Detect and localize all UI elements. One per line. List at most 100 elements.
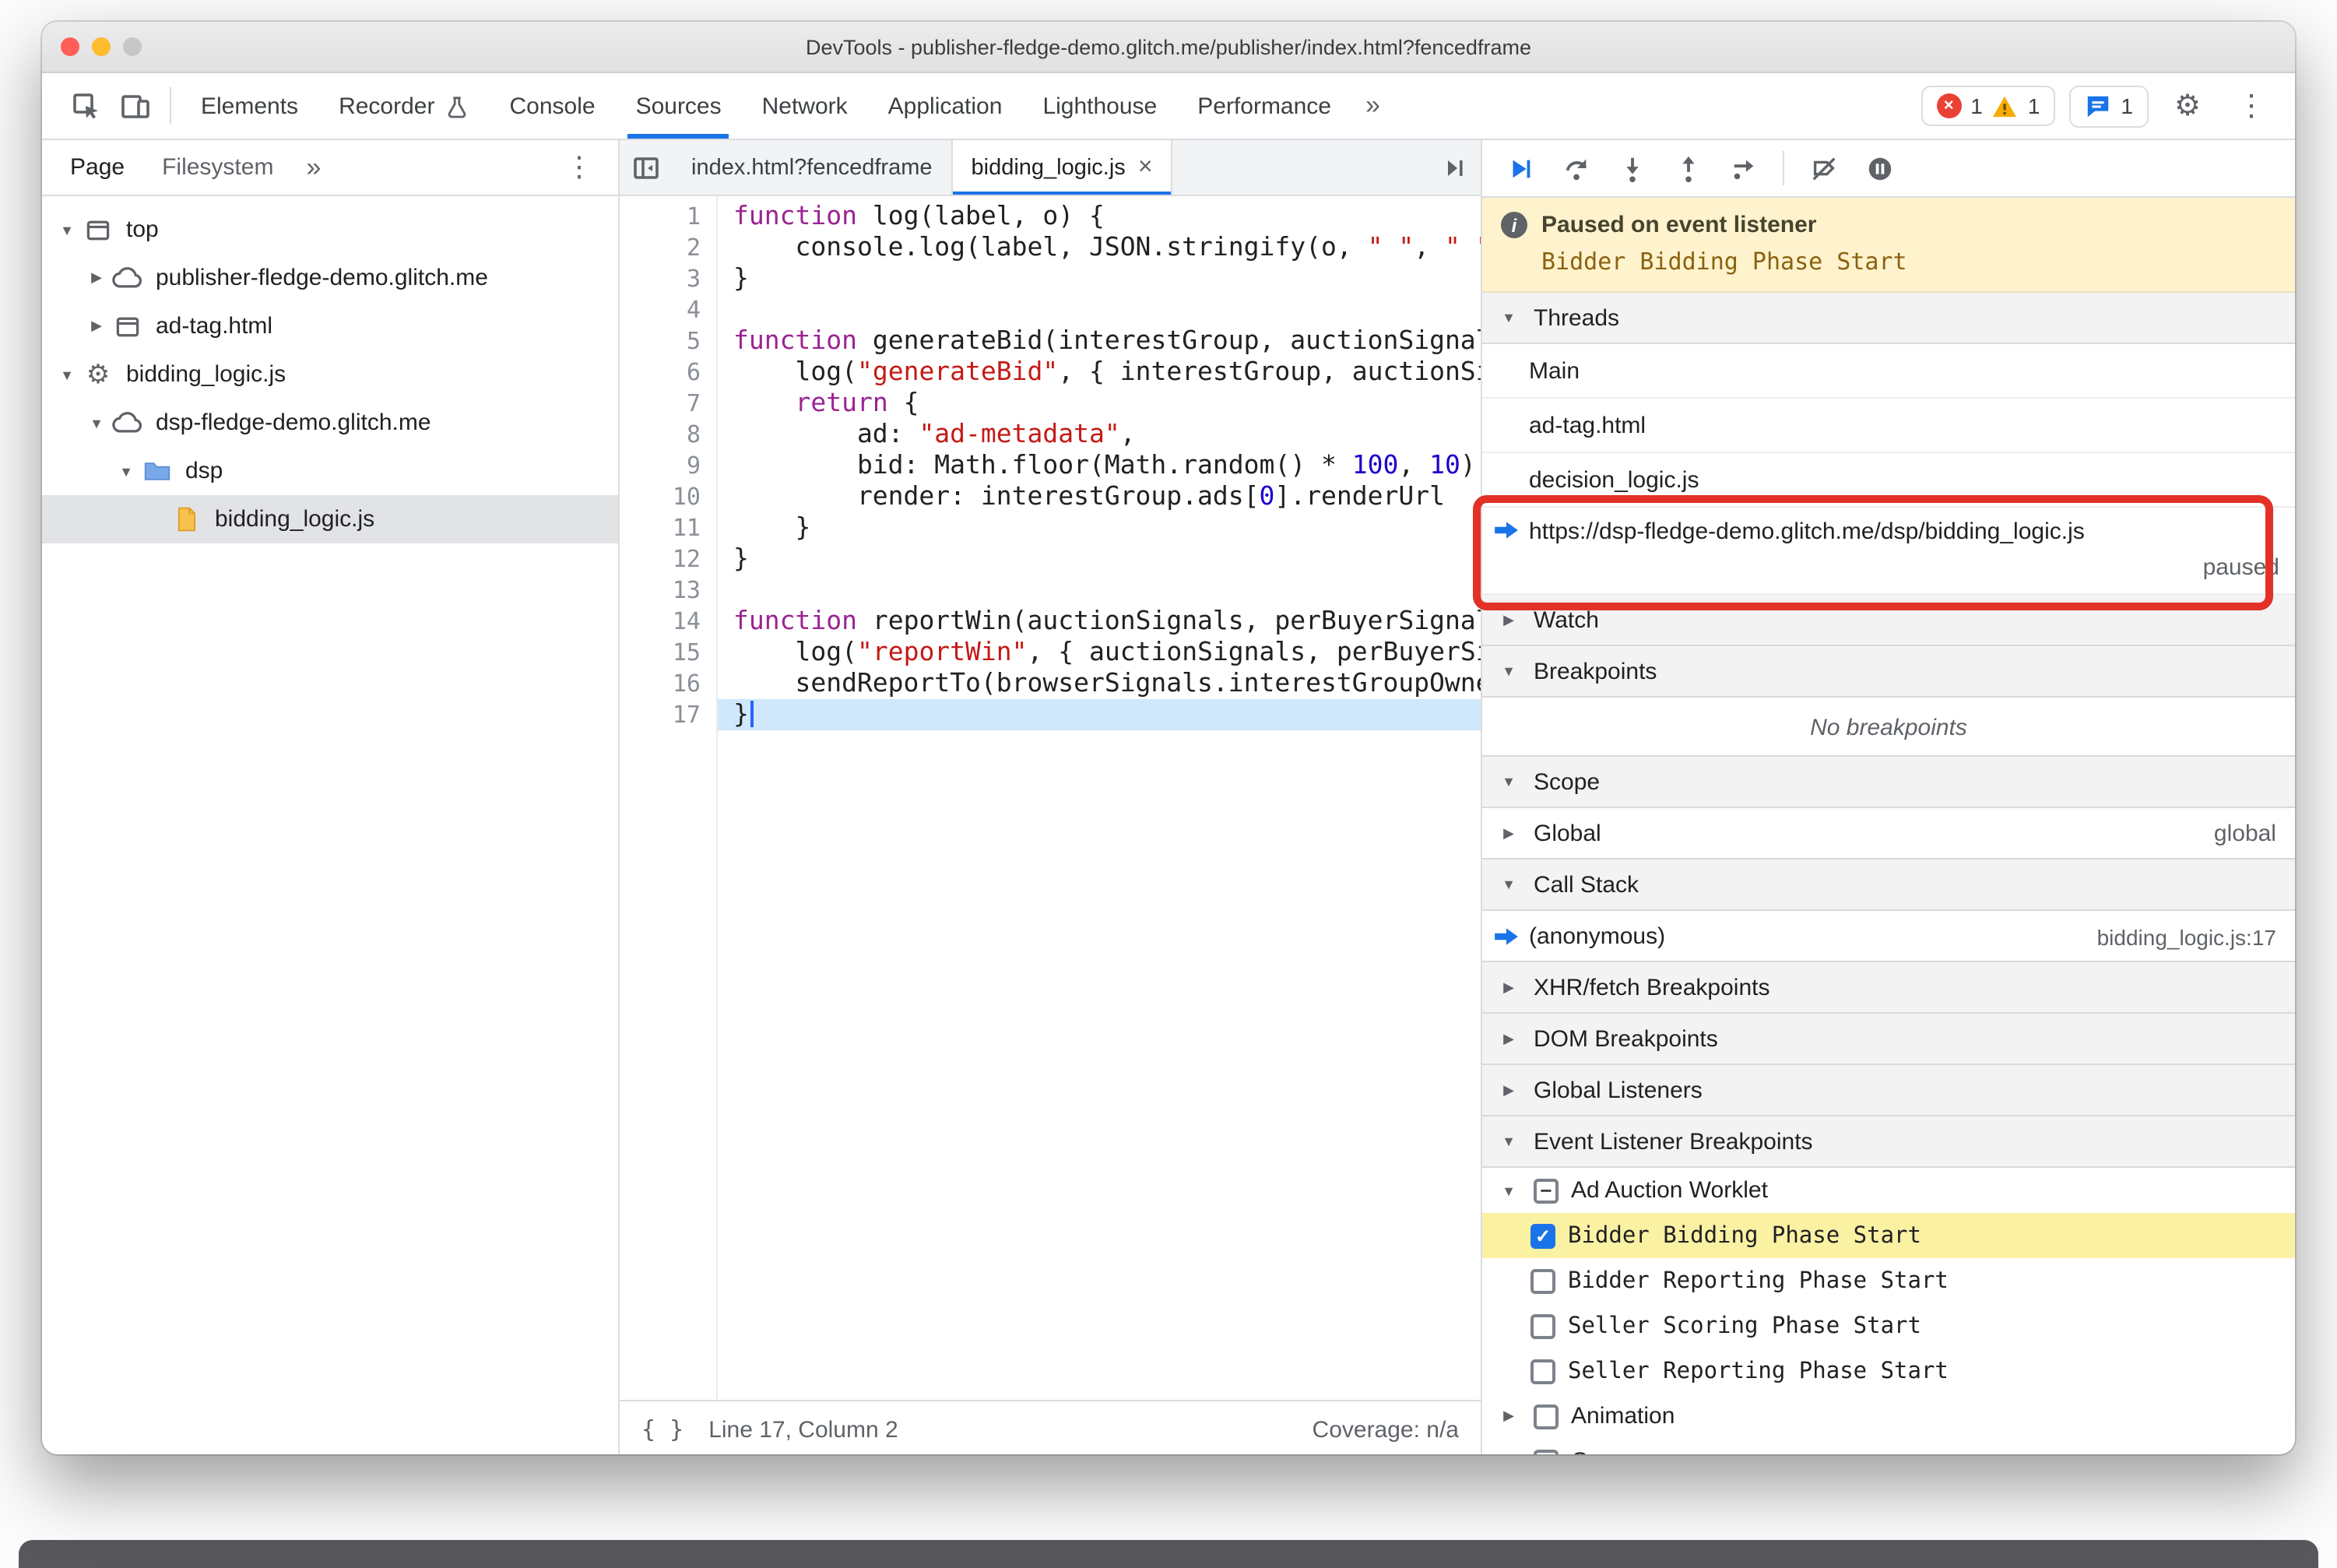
tab-elements[interactable]: Elements bbox=[181, 73, 318, 139]
line-number[interactable]: 10 bbox=[620, 481, 701, 512]
breakpoints-section-header[interactable]: ▼ Breakpoints bbox=[1482, 645, 2295, 698]
event-listener-breakpoints-section-header[interactable]: ▼ Event Listener Breakpoints bbox=[1482, 1115, 2295, 1168]
line-number[interactable]: 4 bbox=[620, 294, 701, 325]
tree-item-bidding-logic-js[interactable]: ▼ ⚙ bidding_logic.js bbox=[42, 350, 618, 399]
tree-item-ad-tag-html[interactable]: ▶ ad-tag.html bbox=[42, 302, 618, 350]
triangle-right-icon[interactable]: ▶ bbox=[84, 318, 109, 335]
tab-sources[interactable]: Sources bbox=[616, 73, 742, 139]
code-line[interactable]: render: interestGroup.ads[0].renderUrl bbox=[718, 481, 1481, 512]
pause-on-exceptions-button[interactable] bbox=[1854, 145, 1904, 192]
thread-row-current[interactable]: https://dsp-fledge-demo.glitch.me/dsp/bi… bbox=[1482, 508, 2295, 595]
triangle-right-icon[interactable]: ▶ bbox=[1496, 1453, 1521, 1454]
triangle-right-icon[interactable]: ▶ bbox=[1496, 1408, 1521, 1425]
code-line[interactable] bbox=[718, 294, 1481, 325]
navigator-toggle-icon[interactable] bbox=[620, 140, 673, 195]
code-line[interactable]: } bbox=[718, 512, 1481, 543]
checkbox-unchecked[interactable] bbox=[1530, 1313, 1555, 1338]
line-number[interactable]: 13 bbox=[620, 575, 701, 606]
code-line[interactable]: log("reportWin", { auctionSignals, perBu… bbox=[718, 637, 1481, 668]
code-line[interactable]: log("generateBid", { interestGroup, auct… bbox=[718, 357, 1481, 388]
scope-section-header[interactable]: ▼ Scope bbox=[1482, 755, 2295, 808]
checkbox-unchecked[interactable] bbox=[1530, 1359, 1555, 1383]
editor-tab-bidding-logic-js[interactable]: bidding_logic.js × bbox=[952, 140, 1173, 195]
xhr-breakpoints-section-header[interactable]: ▶ XHR/fetch Breakpoints bbox=[1482, 961, 2295, 1014]
threads-section-header[interactable]: ▼ Threads bbox=[1482, 293, 2295, 344]
code-line[interactable]: } bbox=[718, 699, 1481, 730]
tab-recorder[interactable]: Recorder bbox=[318, 73, 489, 139]
line-number[interactable]: 7 bbox=[620, 388, 701, 419]
event-breakpoint-seller-scoring-phase-start[interactable]: Seller Scoring Phase Start bbox=[1482, 1303, 2295, 1348]
step-out-button[interactable] bbox=[1663, 145, 1713, 192]
code-line[interactable]: sendReportTo(browserSignals.interestGrou… bbox=[718, 668, 1481, 699]
jump-to-source-icon[interactable] bbox=[1428, 140, 1481, 195]
line-number[interactable]: 2 bbox=[620, 232, 701, 263]
line-number[interactable]: 9 bbox=[620, 450, 701, 481]
scope-row[interactable]: ▶ Global global bbox=[1482, 808, 2295, 860]
tree-item-publisher-fledge-demo-glitch-me[interactable]: ▶ publisher-fledge-demo.glitch.me bbox=[42, 254, 618, 302]
checkbox-indeterminate[interactable]: − bbox=[1534, 1178, 1559, 1203]
tab-lighthouse[interactable]: Lighthouse bbox=[1022, 73, 1177, 139]
close-window-button[interactable] bbox=[61, 37, 79, 56]
editor-tab-index-html-fencedframe[interactable]: index.html?fencedframe bbox=[673, 140, 953, 195]
code-line[interactable] bbox=[718, 575, 1481, 606]
line-number[interactable]: 5 bbox=[620, 325, 701, 357]
code-line[interactable]: ad: "ad-metadata", bbox=[718, 419, 1481, 450]
pretty-print-icon[interactable]: { } bbox=[641, 1415, 684, 1443]
tree-item-dsp[interactable]: ▼ dsp bbox=[42, 447, 618, 495]
zoom-window-button[interactable] bbox=[123, 37, 142, 56]
errors-warnings-badge[interactable]: × 1 1 bbox=[1921, 86, 2056, 126]
tree-item-bidding-logic-js[interactable]: bidding_logic.js bbox=[42, 495, 618, 543]
more-panels-icon[interactable]: » bbox=[1351, 90, 1394, 121]
triangle-down-icon[interactable]: ▼ bbox=[84, 415, 109, 431]
tree-item-top[interactable]: ▼ top bbox=[42, 206, 618, 254]
tab-console[interactable]: Console bbox=[489, 73, 615, 139]
event-breakpoint-bidder-reporting-phase-start[interactable]: Bidder Reporting Phase Start bbox=[1482, 1258, 2295, 1303]
thread-row[interactable]: decision_logic.js bbox=[1482, 453, 2295, 508]
step-over-button[interactable] bbox=[1551, 145, 1601, 192]
resume-button[interactable] bbox=[1495, 145, 1545, 192]
code-line[interactable]: function generateBid(interestGroup, auct… bbox=[718, 325, 1481, 357]
code-line[interactable]: function log(label, o) { bbox=[718, 201, 1481, 232]
settings-gear-icon[interactable]: ⚙ bbox=[2163, 81, 2212, 131]
event-breakpoint-ad-auction-worklet[interactable]: ▼ − Ad Auction Worklet bbox=[1482, 1168, 2295, 1213]
code-line[interactable]: bid: Math.floor(Math.random() * 100, 10)… bbox=[718, 450, 1481, 481]
checkbox-checked[interactable]: ✓ bbox=[1530, 1223, 1555, 1248]
close-tab-icon[interactable]: × bbox=[1138, 154, 1153, 180]
step-into-button[interactable] bbox=[1607, 145, 1657, 192]
line-number[interactable]: 16 bbox=[620, 668, 701, 699]
tab-performance[interactable]: Performance bbox=[1177, 73, 1351, 139]
event-breakpoint-seller-reporting-phase-start[interactable]: Seller Reporting Phase Start bbox=[1482, 1348, 2295, 1394]
deactivate-breakpoints-button[interactable] bbox=[1798, 145, 1848, 192]
triangle-down-icon[interactable]: ▼ bbox=[54, 367, 79, 382]
call-stack-section-header[interactable]: ▼ Call Stack bbox=[1482, 858, 2295, 911]
triangle-down-icon[interactable]: ▼ bbox=[54, 222, 79, 237]
checkbox-unchecked[interactable] bbox=[1534, 1449, 1559, 1454]
call-stack-frame[interactable]: (anonymous) bidding_logic.js:17 bbox=[1482, 911, 2295, 962]
code-line[interactable]: return { bbox=[718, 388, 1481, 419]
navigator-kebab-menu-icon[interactable]: ⋮ bbox=[550, 151, 609, 184]
checkbox-unchecked[interactable] bbox=[1534, 1404, 1559, 1429]
navigator-tab-filesystem[interactable]: Filesystem bbox=[143, 140, 292, 195]
checkbox-unchecked[interactable] bbox=[1530, 1268, 1555, 1293]
event-breakpoint-animation[interactable]: ▶ Animation bbox=[1482, 1394, 2295, 1439]
tab-application[interactable]: Application bbox=[868, 73, 1023, 139]
window-titlebar[interactable]: DevTools - publisher-fledge-demo.glitch.… bbox=[42, 22, 2295, 73]
thread-row[interactable]: Main bbox=[1482, 344, 2295, 399]
line-number[interactable]: 3 bbox=[620, 263, 701, 294]
code-line[interactable]: } bbox=[718, 543, 1481, 575]
triangle-down-icon[interactable]: ▼ bbox=[1496, 1183, 1521, 1198]
triangle-down-icon[interactable]: ▼ bbox=[114, 463, 139, 479]
line-number[interactable]: 14 bbox=[620, 606, 701, 637]
code-line[interactable]: } bbox=[718, 263, 1481, 294]
dom-breakpoints-section-header[interactable]: ▶ DOM Breakpoints bbox=[1482, 1012, 2295, 1065]
line-number[interactable]: 1 bbox=[620, 201, 701, 232]
step-button[interactable] bbox=[1719, 145, 1769, 192]
line-number[interactable]: 12 bbox=[620, 543, 701, 575]
event-breakpoint-canvas[interactable]: ▶ Canvas bbox=[1482, 1439, 2295, 1454]
code-editor[interactable]: 1 2 3 4 5 6 7 8 9 10 11 12 13 14 15 16 17 function log(l… bbox=[620, 196, 1481, 1400]
minimize-window-button[interactable] bbox=[92, 37, 111, 56]
line-number[interactable]: 8 bbox=[620, 419, 701, 450]
more-navigator-tabs-icon[interactable]: » bbox=[292, 152, 335, 183]
code-line[interactable]: console.log(label, JSON.stringify(o, " "… bbox=[718, 232, 1481, 263]
issues-badge[interactable]: 1 bbox=[2069, 85, 2149, 127]
